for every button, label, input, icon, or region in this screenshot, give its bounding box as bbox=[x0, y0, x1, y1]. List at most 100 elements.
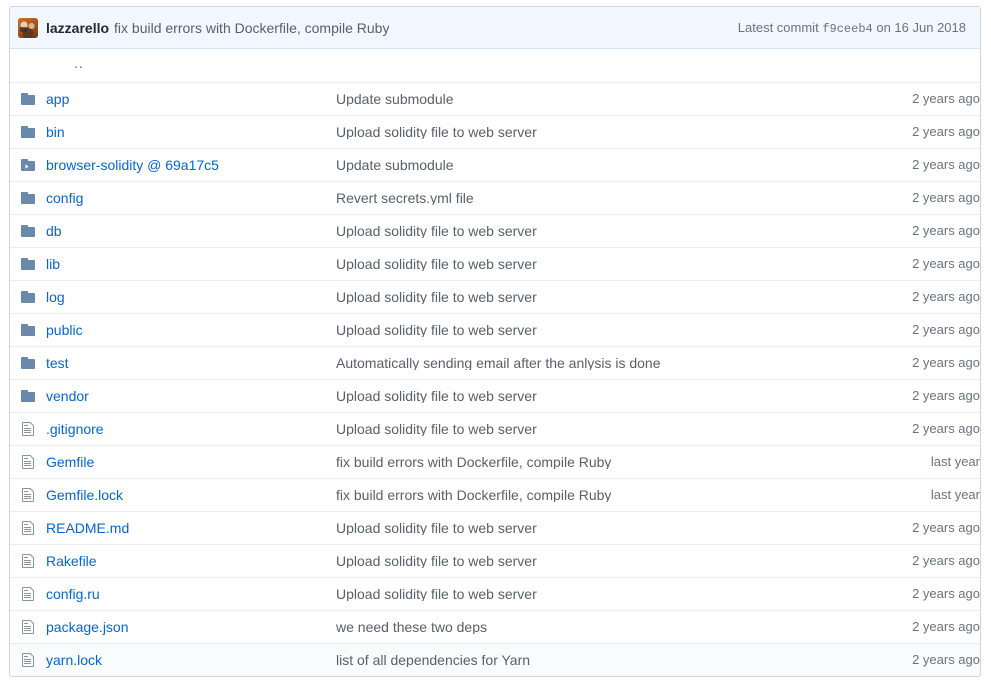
entry-message-cell[interactable]: Upload solidity file to web server bbox=[336, 576, 876, 610]
avatar[interactable] bbox=[18, 17, 38, 38]
entry-name-cell[interactable]: log bbox=[46, 279, 336, 313]
entry-message-cell[interactable]: Update submodule bbox=[336, 81, 876, 115]
table-row[interactable]: db Upload solidity file to web server 2 ye… bbox=[10, 213, 980, 247]
entry-name-link[interactable]: test bbox=[46, 355, 69, 371]
table-row[interactable]: config.ru Upload solidity file to web ser… bbox=[10, 576, 980, 610]
entry-message-cell[interactable]: Upload solidity file to web server bbox=[336, 114, 876, 148]
table-row[interactable]: test Automatically sending email after th… bbox=[10, 345, 980, 379]
entry-name-cell[interactable]: browser-solidity @ 69a17c5 bbox=[46, 147, 336, 181]
entry-name-link[interactable]: Rakefile bbox=[46, 553, 97, 569]
entry-commit-message[interactable]: Upload solidity file to web server bbox=[336, 257, 876, 271]
entry-commit-message[interactable]: fix build errors with Dockerfile, compil… bbox=[336, 455, 876, 469]
table-row[interactable]: package.json we need these two deps 2 year… bbox=[10, 609, 980, 643]
entry-message-cell[interactable]: Update submodule bbox=[336, 147, 876, 181]
entry-commit-message[interactable]: Upload solidity file to web server bbox=[336, 224, 876, 238]
table-row[interactable]: yarn.lock list of all dependencies for Ya… bbox=[10, 642, 980, 676]
entry-name-link[interactable]: config.ru bbox=[46, 586, 100, 602]
entry-name-cell[interactable]: Gemfile bbox=[46, 444, 336, 478]
entry-name-cell[interactable]: test bbox=[46, 345, 336, 379]
table-row[interactable]: log Upload solidity file to web server 2 y… bbox=[10, 279, 980, 313]
table-row[interactable]: app Update submodule 2 years ago bbox=[10, 81, 980, 115]
entry-name-cell[interactable]: config bbox=[46, 180, 336, 214]
entry-name-link[interactable]: package.json bbox=[46, 619, 129, 635]
entry-commit-message[interactable]: Update submodule bbox=[336, 92, 876, 106]
commit-author-link[interactable]: lazzarello bbox=[46, 20, 109, 36]
table-row[interactable]: Gemfile.lock fix build errors with Docker… bbox=[10, 477, 980, 511]
parent-directory-name-cell[interactable]: .. bbox=[46, 49, 336, 82]
table-row[interactable]: README.md Upload solidity file to web ser… bbox=[10, 510, 980, 544]
entry-name-link[interactable]: db bbox=[46, 223, 62, 239]
entry-name-cell[interactable]: bin bbox=[46, 114, 336, 148]
table-row[interactable]: config Revert secrets.yml file 2 years ago bbox=[10, 180, 980, 214]
entry-name-link[interactable]: Gemfile.lock bbox=[46, 487, 123, 503]
entry-message-cell[interactable]: Automatically sending email after the an… bbox=[336, 345, 876, 379]
entry-message-cell[interactable]: Upload solidity file to web server bbox=[336, 213, 876, 247]
entry-message-cell[interactable]: we need these two deps bbox=[336, 609, 876, 643]
entry-message-cell[interactable]: Upload solidity file to web server bbox=[336, 378, 876, 412]
entry-message-cell[interactable]: fix build errors with Dockerfile, compil… bbox=[336, 477, 876, 511]
entry-message-cell[interactable]: fix build errors with Dockerfile, compil… bbox=[336, 444, 876, 478]
entry-commit-message[interactable]: Revert secrets.yml file bbox=[336, 191, 876, 205]
entry-name-cell[interactable]: vendor bbox=[46, 378, 336, 412]
entry-name-link[interactable]: public bbox=[46, 322, 83, 338]
entry-message-cell[interactable]: Upload solidity file to web server bbox=[336, 510, 876, 544]
entry-message-cell[interactable]: Upload solidity file to web server bbox=[336, 312, 876, 346]
entry-name-link[interactable]: Gemfile bbox=[46, 454, 94, 470]
entry-name-cell[interactable]: package.json bbox=[46, 609, 336, 643]
entry-commit-message[interactable]: Automatically sending email after the an… bbox=[336, 356, 876, 370]
entry-commit-message[interactable]: Upload solidity file to web server bbox=[336, 422, 876, 436]
file-icon bbox=[20, 619, 36, 635]
entry-name-link[interactable]: browser-solidity @ 69a17c5 bbox=[46, 157, 219, 173]
entry-name-cell[interactable]: db bbox=[46, 213, 336, 247]
table-row[interactable]: Rakefile Upload solidity file to web serv… bbox=[10, 543, 980, 577]
entry-commit-message[interactable]: Upload solidity file to web server bbox=[336, 389, 876, 403]
entry-name-link[interactable]: log bbox=[46, 289, 65, 305]
entry-commit-message[interactable]: Upload solidity file to web server bbox=[336, 587, 876, 601]
entry-commit-message[interactable]: Update submodule bbox=[336, 158, 876, 172]
entry-name-cell[interactable]: Gemfile.lock bbox=[46, 477, 336, 511]
table-row[interactable]: lib Upload solidity file to web server 2 y… bbox=[10, 246, 980, 280]
entry-commit-message[interactable]: fix build errors with Dockerfile, compil… bbox=[336, 488, 876, 502]
entry-name-link[interactable]: bin bbox=[46, 124, 65, 140]
entry-name-cell[interactable]: yarn.lock bbox=[46, 642, 336, 676]
commit-sha-link[interactable]: f9ceeb4 bbox=[822, 22, 872, 36]
entry-name-link[interactable]: .gitignore bbox=[46, 421, 104, 437]
entry-commit-message[interactable]: we need these two deps bbox=[336, 620, 876, 634]
entry-name-cell[interactable]: README.md bbox=[46, 510, 336, 544]
entry-name-link[interactable]: vendor bbox=[46, 388, 89, 404]
entry-name-cell[interactable]: app bbox=[46, 81, 336, 115]
parent-directory-link[interactable]: .. bbox=[74, 56, 84, 74]
entry-name-link[interactable]: README.md bbox=[46, 520, 129, 536]
entry-name-cell[interactable]: public bbox=[46, 312, 336, 346]
entry-message-cell[interactable]: Revert secrets.yml file bbox=[336, 180, 876, 214]
table-row[interactable]: browser-solidity @ 69a17c5 Update submodu… bbox=[10, 147, 980, 181]
entry-message-cell[interactable]: Upload solidity file to web server bbox=[336, 279, 876, 313]
entry-name-cell[interactable]: Rakefile bbox=[46, 543, 336, 577]
entry-name-link[interactable]: lib bbox=[46, 256, 60, 272]
entry-commit-message[interactable]: list of all dependencies for Yarn bbox=[336, 653, 876, 667]
entry-commit-age: last year bbox=[930, 454, 980, 469]
entry-message-cell[interactable]: Upload solidity file to web server bbox=[336, 543, 876, 577]
table-row[interactable]: bin Upload solidity file to web server 2 y… bbox=[10, 114, 980, 148]
entry-message-cell[interactable]: Upload solidity file to web server bbox=[336, 411, 876, 445]
table-row[interactable]: vendor Upload solidity file to web server… bbox=[10, 378, 980, 412]
table-row[interactable]: public Upload solidity file to web server… bbox=[10, 312, 980, 346]
entry-name-cell[interactable]: .gitignore bbox=[46, 411, 336, 445]
table-row[interactable]: .gitignore Upload solidity file to web se… bbox=[10, 411, 980, 445]
entry-name-link[interactable]: yarn.lock bbox=[46, 652, 102, 668]
entry-name-cell[interactable]: config.ru bbox=[46, 576, 336, 610]
entry-message-cell[interactable]: Upload solidity file to web server bbox=[336, 246, 876, 280]
entry-name-link[interactable]: app bbox=[46, 91, 69, 107]
table-row-parent-directory[interactable]: .. bbox=[10, 49, 980, 82]
entry-name-link[interactable]: config bbox=[46, 190, 83, 206]
entry-commit-message[interactable]: Upload solidity file to web server bbox=[336, 554, 876, 568]
entry-message-cell[interactable]: list of all dependencies for Yarn bbox=[336, 642, 876, 676]
folder-icon bbox=[20, 223, 36, 239]
entry-commit-message[interactable]: Upload solidity file to web server bbox=[336, 125, 876, 139]
entry-commit-message[interactable]: Upload solidity file to web server bbox=[336, 521, 876, 535]
table-row[interactable]: Gemfile fix build errors with Dockerfile,… bbox=[10, 444, 980, 478]
commit-message-link[interactable]: fix build errors with Dockerfile, compil… bbox=[114, 20, 389, 36]
entry-commit-message[interactable]: Upload solidity file to web server bbox=[336, 323, 876, 337]
entry-name-cell[interactable]: lib bbox=[46, 246, 336, 280]
entry-commit-message[interactable]: Upload solidity file to web server bbox=[336, 290, 876, 304]
